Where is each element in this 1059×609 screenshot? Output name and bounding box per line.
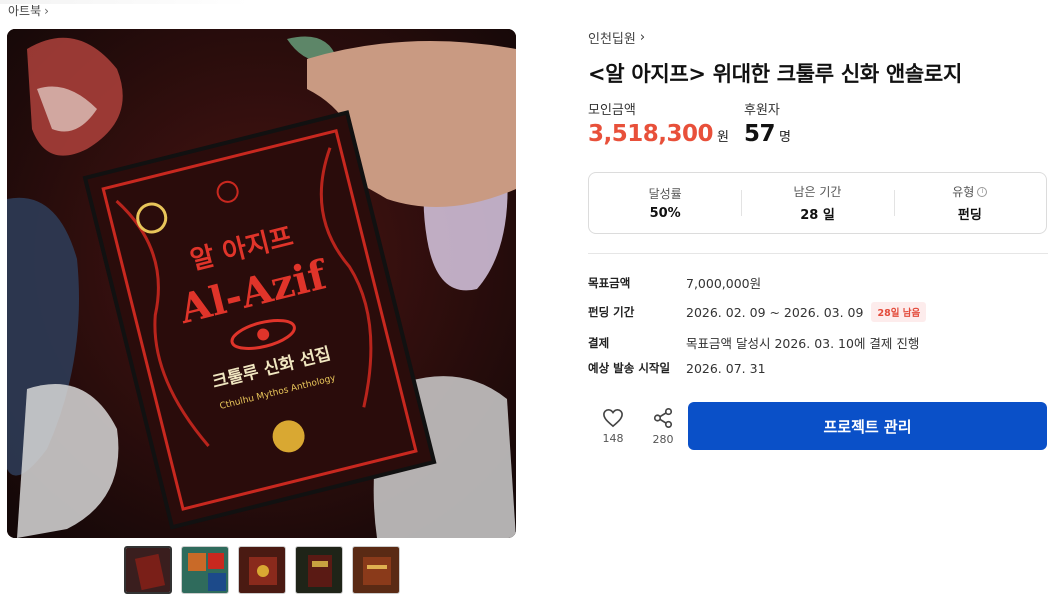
info-icon[interactable]: i	[977, 186, 988, 197]
raised-unit: 원	[717, 130, 729, 145]
thumbnail-strip	[124, 546, 400, 594]
share-button[interactable]: 280	[638, 402, 688, 450]
summary-box: 달성률 50% 남은 기간 28 일 유형 i 펀딩	[588, 172, 1047, 234]
divider	[588, 253, 1048, 254]
period-label: 펀딩 기간	[588, 305, 635, 319]
achievement-label: 달성률	[648, 187, 682, 201]
payment-row: 결제 목표금액 달성시 2026. 03. 10에 결제 진행	[588, 333, 919, 352]
backers-label: 후원자	[744, 103, 780, 118]
payment-value: 목표금액 달성시 2026. 03. 10에 결제 진행	[686, 336, 920, 351]
creator-name[interactable]: 인천딥원	[588, 28, 636, 47]
thumbnail-4[interactable]	[295, 546, 343, 594]
backers-count: 57 명	[744, 121, 791, 147]
period-value: 2026. 02. 09 ~ 2026. 03. 09	[686, 304, 864, 320]
raised-amount: 3,518,300 원	[588, 121, 729, 147]
thumbnail-2[interactable]	[181, 546, 229, 594]
heart-icon	[603, 408, 623, 427]
like-count: 148	[602, 431, 624, 445]
share-count: 280	[652, 432, 674, 446]
project-title: <알 아지프> 위대한 크툴루 신화 앤솔로지	[588, 62, 962, 86]
main-product-image[interactable]: 알 아지프 Al-Azif 크툴루 신화 선집 Cthulhu Mythos A…	[7, 29, 516, 538]
breadcrumb-label[interactable]: 아트북	[8, 2, 41, 19]
raised-value: 3,518,300	[588, 121, 714, 147]
remaining-period: 남은 기간 28 일	[741, 173, 893, 233]
backers-unit: 명	[779, 130, 791, 145]
period-row: 펀딩 기간 2026. 02. 09 ~ 2026. 03. 09 28일 남음	[588, 302, 927, 322]
thumbnail-3[interactable]	[238, 546, 286, 594]
raised-label: 모인금액	[588, 103, 636, 118]
shipping-row: 예상 발송 시작일 2026. 07. 31	[588, 360, 766, 376]
share-icon	[653, 407, 673, 428]
type-label: 유형	[952, 185, 975, 199]
remaining-value: 28 일	[800, 208, 835, 223]
breadcrumb[interactable]: 아트북 ›	[8, 2, 49, 19]
shipping-value: 2026. 07. 31	[686, 360, 766, 376]
like-button[interactable]: 148	[588, 402, 638, 450]
shipping-label: 예상 발송 시작일	[588, 361, 671, 375]
thumbnail-1[interactable]	[124, 546, 172, 594]
backers-value: 57	[744, 121, 776, 147]
goal-label: 목표금액	[588, 275, 631, 290]
achievement-value: 50%	[649, 206, 681, 221]
type-value: 펀딩	[957, 208, 982, 223]
creator-link[interactable]: 인천딥원 ›	[588, 28, 645, 47]
action-bar: 148 280 프로젝트 관리	[588, 402, 1048, 450]
achievement-rate: 달성률 50%	[589, 173, 741, 233]
goal-value: 7,000,000원	[686, 276, 762, 291]
manage-project-button[interactable]: 프로젝트 관리	[688, 402, 1047, 450]
chevron-right-icon: ›	[44, 3, 49, 18]
thumbnail-5[interactable]	[352, 546, 400, 594]
remaining-days-badge: 28일 남음	[871, 302, 927, 322]
remaining-label: 남은 기간	[793, 185, 842, 199]
chevron-right-icon: ›	[639, 30, 646, 45]
funding-type: 유형 i 펀딩	[893, 173, 1046, 233]
goal-row: 목표금액 7,000,000원	[588, 273, 761, 292]
payment-label: 결제	[588, 335, 610, 350]
cover-artwork: 알 아지프 Al-Azif 크툴루 신화 선집 Cthulhu Mythos A…	[7, 29, 516, 538]
